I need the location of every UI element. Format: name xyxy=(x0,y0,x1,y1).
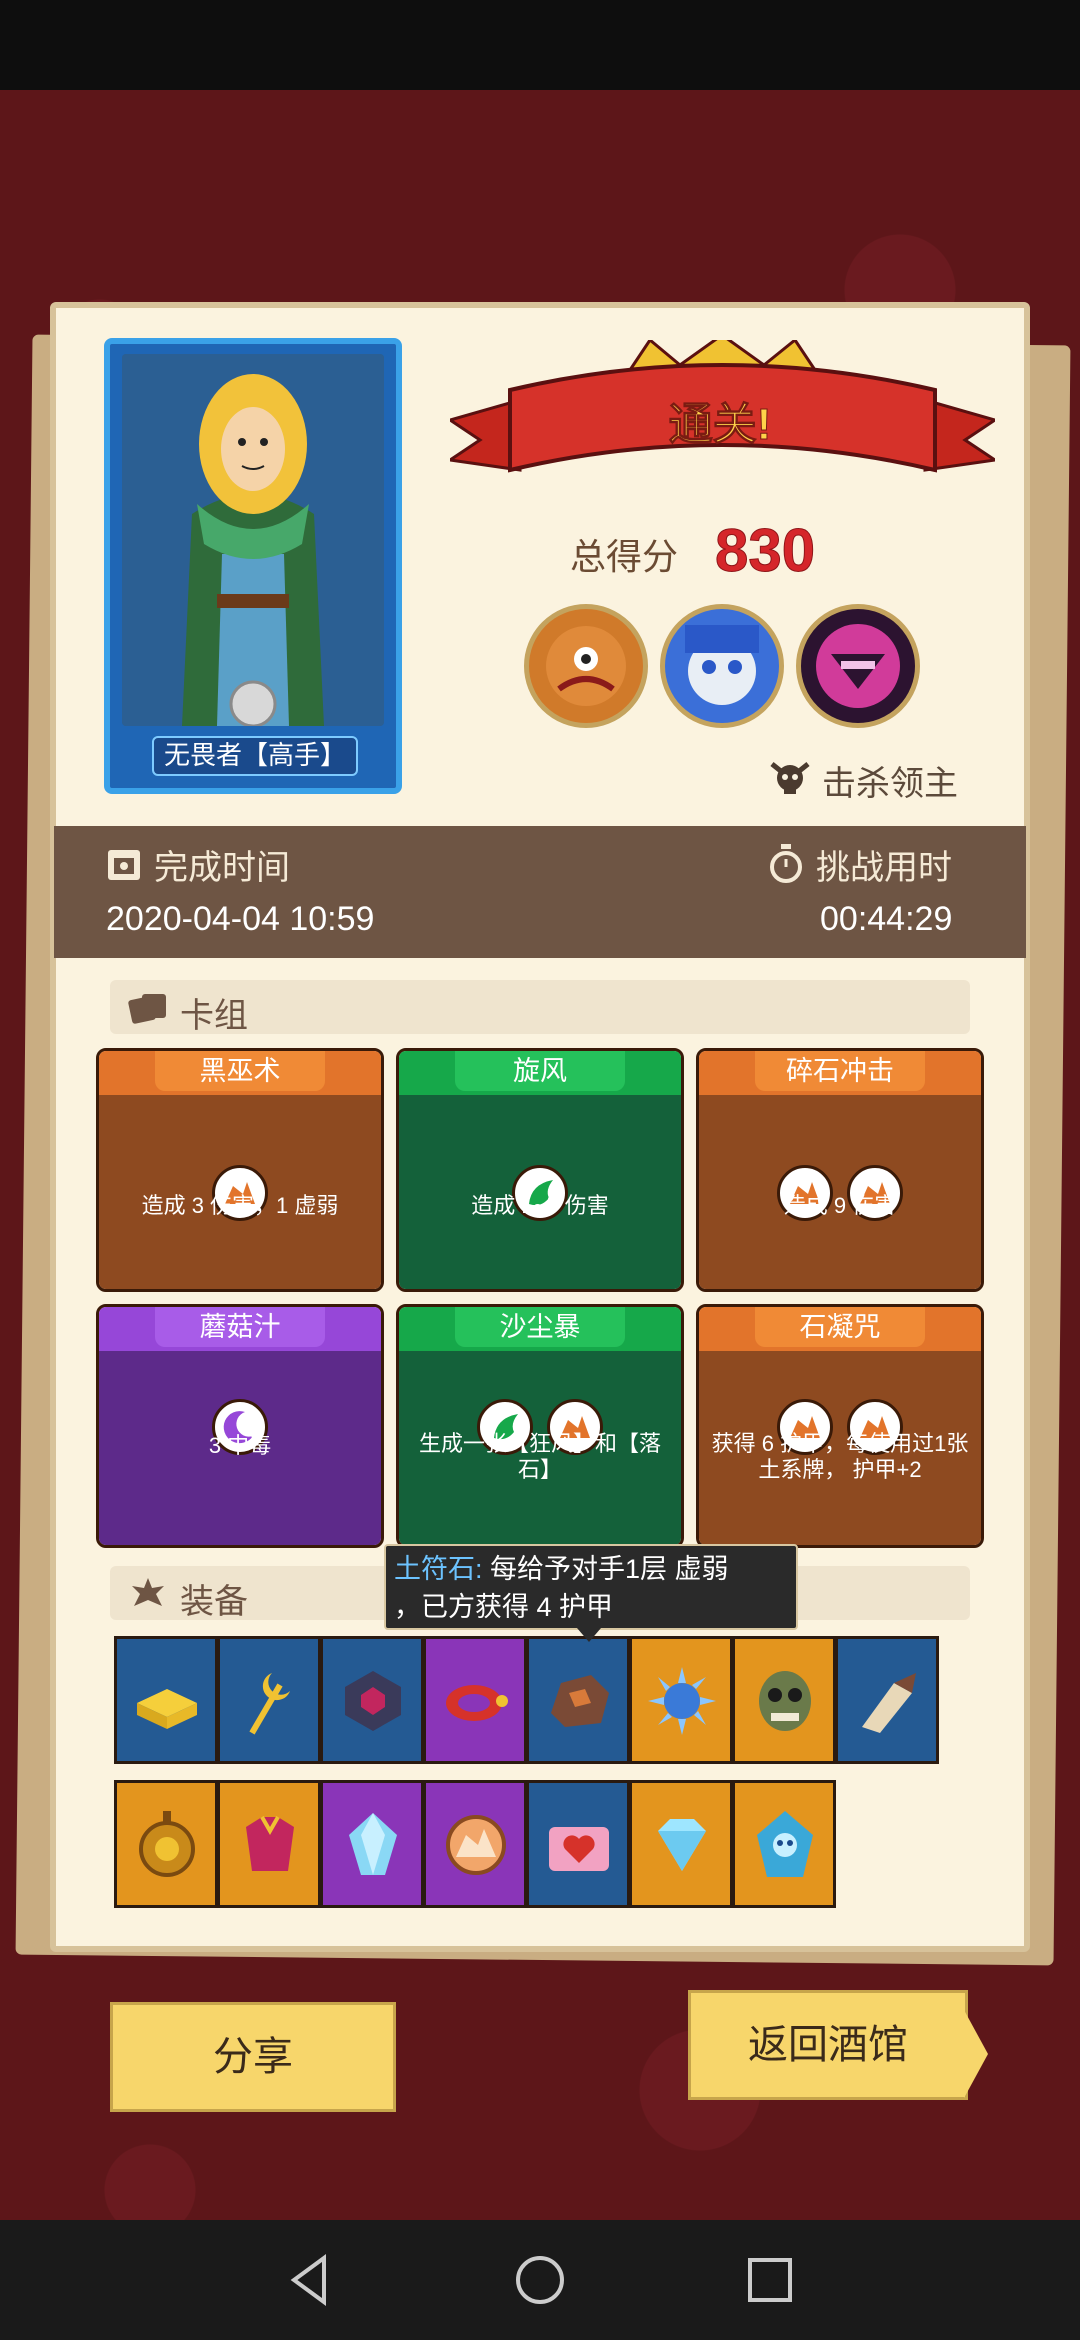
skull-crystal-icon xyxy=(757,1811,813,1877)
medallion-icon xyxy=(139,1811,195,1877)
equip-gold-bars[interactable] xyxy=(114,1636,218,1764)
hero-name: 无畏者【高手】 xyxy=(152,736,358,776)
equip-earth-rune-stone[interactable] xyxy=(526,1636,630,1764)
boss-portrait-2[interactable] xyxy=(660,604,784,728)
score-value: 830 xyxy=(714,517,816,585)
calendar-icon xyxy=(108,850,140,880)
tooltip-arrow xyxy=(577,1628,601,1642)
card-description: 造成 9 伤害 xyxy=(783,1193,897,1218)
card-description: 生成一张【狂风】和【落石】 xyxy=(418,1431,661,1482)
equip-diamond[interactable] xyxy=(629,1780,733,1908)
equip-dark-gem[interactable] xyxy=(320,1636,424,1764)
card-name: 碎石冲击 xyxy=(755,1051,925,1091)
card-description: 造成 3 伤害，1 虚弱 xyxy=(141,1193,339,1218)
equip-spiked-orb[interactable] xyxy=(629,1636,733,1764)
hero-portrait xyxy=(122,354,384,726)
tooltip-item-name: 土符石: xyxy=(394,1554,483,1584)
card-stone-curse[interactable]: 石凝咒 获得 6 护甲，每使用过1张 土系牌， 护甲+2 xyxy=(696,1304,984,1548)
equip-skull-mask[interactable] xyxy=(732,1636,836,1764)
back-icon[interactable] xyxy=(280,2250,340,2310)
victory-title: 通关! xyxy=(668,400,772,450)
armor-icon xyxy=(246,1816,294,1871)
equip-skull-crystal[interactable] xyxy=(732,1780,836,1908)
duration-label: 挑战用时 xyxy=(816,849,952,887)
card-description: 3 中毒 xyxy=(208,1433,272,1458)
equip-earth-emblem[interactable] xyxy=(423,1780,527,1908)
recent-apps-icon[interactable] xyxy=(740,2250,800,2310)
card-description: 获得 6 护甲，每使用过1张 土系牌， 护甲+2 xyxy=(711,1431,969,1482)
info-band: 完成时间 2020-04-04 10:59 挑战用时 00:44:29 xyxy=(54,826,1026,958)
card-sandstorm[interactable]: 沙尘暴 生成一张【狂风】和【落石】 xyxy=(396,1304,684,1548)
card-black-magic[interactable]: 黑巫术 造成 3 伤害，1 虚弱 xyxy=(96,1048,384,1292)
status-bar xyxy=(0,0,1080,90)
card-name: 黑巫术 xyxy=(155,1051,325,1091)
home-icon[interactable] xyxy=(510,2250,570,2310)
equip-gold-medallion[interactable] xyxy=(114,1780,218,1908)
earth-rune-icon xyxy=(446,1815,506,1875)
skull-icon xyxy=(770,762,810,794)
cards-icon xyxy=(128,994,166,1024)
kill-boss-label: 击杀领主 xyxy=(822,765,958,803)
card-name: 蘑菇汁 xyxy=(155,1307,325,1347)
deck-title: 卡组 xyxy=(180,997,248,1035)
return-tavern-button[interactable]: 返回酒馆 xyxy=(688,1990,968,2100)
deck-section-header: 卡组 xyxy=(110,980,970,1035)
card-name: 旋风 xyxy=(455,1051,625,1091)
spike-ball-icon xyxy=(648,1667,716,1735)
system-nav-bar xyxy=(0,2220,1080,2340)
card-rock-smash[interactable]: 碎石冲击 造成 9 伤害 xyxy=(696,1048,984,1292)
card-description: 造成 1~5 伤害 xyxy=(471,1193,609,1218)
equip-crimson-armor[interactable] xyxy=(217,1780,321,1908)
rock-icon xyxy=(551,1675,609,1727)
equip-heart-chest[interactable] xyxy=(526,1780,630,1908)
return-button-arrow xyxy=(964,2010,988,2098)
equip-water-crystal[interactable] xyxy=(320,1780,424,1908)
stopwatch-icon xyxy=(770,844,802,883)
finish-time-value: 2020-04-04 10:59 xyxy=(106,900,375,938)
chest-icon xyxy=(549,1827,609,1871)
score-label: 总得分 xyxy=(570,536,679,577)
share-button[interactable]: 分享 xyxy=(110,2002,396,2112)
card-mushroom-juice[interactable]: 蘑菇汁 3 中毒 xyxy=(96,1304,384,1548)
boss-portrait-1[interactable] xyxy=(524,604,648,728)
crystal-icon xyxy=(349,1813,397,1875)
card-name: 沙尘暴 xyxy=(455,1307,625,1347)
finish-time-label: 完成时间 xyxy=(154,849,290,887)
equipment-tooltip: 土符石: 每给予对手1层 虚弱 ，已方获得 4 护甲 xyxy=(384,1544,798,1630)
horn-icon xyxy=(862,1673,916,1733)
diamond-icon xyxy=(658,1819,706,1871)
card-whirlwind[interactable]: 旋风 造成 1~5 伤害 xyxy=(396,1048,684,1292)
staff-icon xyxy=(249,1673,290,1735)
equip-horn[interactable] xyxy=(835,1636,939,1764)
boss-portrait-3[interactable] xyxy=(796,604,920,728)
bracer-icon xyxy=(446,1685,508,1721)
duration-value: 00:44:29 xyxy=(820,900,953,938)
tooltip-line-1: 每给予对手1层 虚弱 xyxy=(490,1554,729,1584)
gold-bar-icon xyxy=(137,1689,197,1729)
hero-card[interactable]: 无畏者【高手】 xyxy=(104,338,402,794)
mask-icon xyxy=(759,1671,811,1731)
equip-moon-staff[interactable] xyxy=(217,1636,321,1764)
tooltip-line-2: ，已方获得 4 护甲 xyxy=(394,1592,614,1622)
card-name: 石凝咒 xyxy=(755,1307,925,1347)
gear-icon xyxy=(132,1578,164,1606)
equip-spiked-bracer[interactable] xyxy=(423,1636,527,1764)
equipment-title: 装备 xyxy=(180,1583,248,1621)
gem-icon xyxy=(345,1671,401,1731)
